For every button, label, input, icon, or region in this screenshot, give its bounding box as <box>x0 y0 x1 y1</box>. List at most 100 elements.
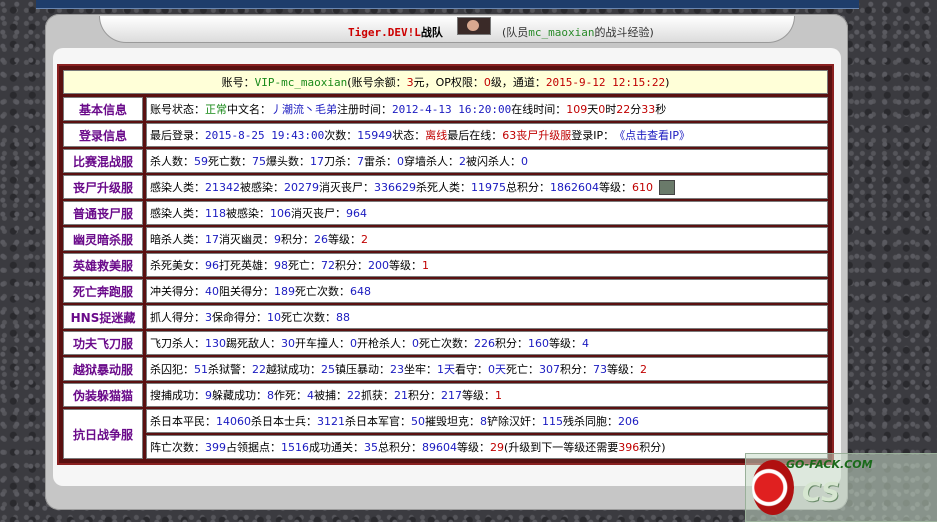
stat-value: 21 <box>394 388 408 402</box>
stat-value: 200 <box>368 258 389 272</box>
category-match: 比赛混战服 <box>63 149 143 173</box>
stat-label: 残杀同胞： <box>563 415 618 428</box>
stat-label: 飞刀杀人： <box>150 337 205 350</box>
war-values-line1: 杀日本平民： 14060 杀日本士兵： 3121 杀日本军官： 50 摧毁坦克： 8 铲… <box>146 409 828 433</box>
stat-value: 9 <box>274 232 281 246</box>
account-label: 账号： <box>221 76 255 89</box>
zombie-up-values: 感染人类： 21342 被感染： 20279 消灭丧尸： 336629 杀死人类： 11… <box>146 175 828 199</box>
stat-value: 30 <box>281 336 295 350</box>
view-ip-link[interactable]: 《点击查看IP》 <box>614 127 690 143</box>
reg-time: 2012-4-13 16:20:00 <box>392 102 512 116</box>
stat-label: 感染人类： <box>150 181 205 194</box>
category-zombie-normal: 普通丧尸服 <box>63 201 143 225</box>
deathrun-values: 冲关得分： 40 阻关得分： 189 死亡次数： 648 <box>146 279 828 303</box>
stat-label: 积分： <box>335 259 368 272</box>
table-row: 死亡奔跑服 冲关得分： 40 阻关得分： 189 死亡次数： 648 <box>63 279 828 303</box>
category-kungfu: 功夫飞刀服 <box>63 331 143 355</box>
stat-label: 阻关得分： <box>219 285 274 298</box>
stat-value: 307 <box>539 362 560 376</box>
stat-label: 总积分： <box>506 181 550 194</box>
category-ghost: 幽灵暗杀服 <box>63 227 143 251</box>
stat-label: 铲除汉奸： <box>487 415 542 428</box>
stat-value: 22 <box>347 388 361 402</box>
op-level: 0 <box>483 75 491 89</box>
stat-value: 0天 <box>488 363 506 376</box>
category-deathrun: 死亡奔跑服 <box>63 279 143 303</box>
stat-value: 4 <box>307 388 314 402</box>
category-hns: HNS捉迷藏 <box>63 305 143 329</box>
category-hero: 英雄救美服 <box>63 253 143 277</box>
stat-label: 死亡： <box>288 259 321 272</box>
member-suffix: 的战斗经验) <box>594 26 654 39</box>
online-seconds: 33 <box>641 102 656 116</box>
login-count-label: 次数： <box>324 129 358 142</box>
level-value: 1 <box>495 388 502 402</box>
table-row: HNS捉迷藏 抓人得分： 3 保命得分： 10 死亡次数： 88 <box>63 305 828 329</box>
stat-label: 杀日本士兵： <box>251 415 317 428</box>
stat-value: 73 <box>593 362 607 376</box>
table-row: 越狱暴动服 杀囚犯： 51 杀狱警： 22 越狱成功： 25 镇压暴动： 23 坐牢： 1天… <box>63 357 828 381</box>
stat-label: 死亡次数： <box>295 285 350 298</box>
stat-value: 160 <box>528 336 549 350</box>
stat-value: 964 <box>346 206 367 220</box>
stat-value: 1862604 <box>550 180 599 194</box>
account-summary: 账号： VIP-mc_maoxian (账号余额： 3 元，OP权限： 0 级，… <box>63 70 828 94</box>
stat-value: 51 <box>194 362 208 376</box>
stat-label: 死亡： <box>506 363 539 376</box>
category-disguise: 伪装躲猫猫 <box>63 383 143 407</box>
stat-label: 保命得分： <box>212 311 267 324</box>
disguise-values: 搜捕成功： 9 躲藏成功： 8 作死： 4 被捕： 22 抓获： 21 积分： 217 等级… <box>146 383 828 407</box>
stat-value: 9 <box>205 388 212 402</box>
stat-label: 积分： <box>560 363 593 376</box>
stat-value: 14060 <box>216 414 251 428</box>
last-login-label: 最后登录： <box>150 129 205 142</box>
stat-value: 8 <box>480 414 487 428</box>
stat-label: 杀人数： <box>150 155 194 168</box>
stat-value: 1天 <box>437 363 455 376</box>
level-value: 610 <box>632 180 653 194</box>
team-suffix: 战队 <box>420 26 443 39</box>
table-row: 比赛混战服 杀人数： 59 死亡数： 75 爆头数： 17 刀杀： 7 雷杀： 0 穿墙杀人… <box>63 149 828 173</box>
next-level-points: 396 <box>618 440 640 454</box>
stat-label: 消灭丧尸： <box>291 207 346 220</box>
stat-label: 越狱成功： <box>266 363 321 376</box>
stat-label: 杀死美女： <box>150 259 205 272</box>
stat-label: 积分： <box>281 233 314 246</box>
last-online-label: 最后在线： <box>447 129 503 142</box>
days-unit: 天 <box>587 103 599 116</box>
ghost-values: 暗杀人类： 17 消灭幽灵： 9 积分： 26 等级： 2 <box>146 227 828 251</box>
stat-label: 杀日本军官： <box>345 415 411 428</box>
team-title: Tiger.DEV!L战队 <box>348 24 443 40</box>
login-count: 15949 <box>357 128 393 142</box>
next-level-prefix: (升级到下一等级还需要 <box>504 441 619 454</box>
table-row: 功夫飞刀服 飞刀杀人： 130 踢死敌人： 30 开车撞人： 0 开枪杀人： 0 死亡次数… <box>63 331 828 355</box>
stat-label: 被捕： <box>314 389 347 402</box>
online-hours: 0 <box>598 102 606 116</box>
stat-value: 72 <box>321 258 335 272</box>
stat-label: 躲藏成功： <box>212 389 267 402</box>
level-label: 等级： <box>607 363 640 376</box>
stat-value: 0 <box>350 336 357 350</box>
stat-value: 22 <box>252 362 266 376</box>
stat-value: 0 <box>397 154 404 168</box>
stat-value: 23 <box>390 362 404 376</box>
stat-label: 阵亡次数： <box>150 441 205 454</box>
last-login-time: 2015-8-25 19:43:00 <box>205 128 325 142</box>
stat-label: 消灭丧尸： <box>319 181 374 194</box>
level-label: 等级： <box>462 389 495 402</box>
last-online-server: 63丧尸升级服 <box>502 129 572 142</box>
stat-value: 98 <box>274 258 288 272</box>
ip-label: 登录IP： <box>571 129 615 142</box>
stat-value: 106 <box>270 206 291 220</box>
online-state: 离线 <box>425 129 448 142</box>
top-bar <box>36 0 859 9</box>
header-tab: Tiger.DEV!L战队 (队员mc_maoxian的战斗经验) <box>99 16 795 43</box>
close-paren: ) <box>665 75 670 89</box>
stat-value: 17 <box>310 154 324 168</box>
stat-value: 35 <box>364 440 378 454</box>
state-label: 状态： <box>392 129 426 142</box>
stat-value: 399 <box>205 440 226 454</box>
stat-value: 118 <box>205 206 226 220</box>
stat-label: 被感染： <box>240 181 284 194</box>
level-value: 1 <box>422 258 429 272</box>
